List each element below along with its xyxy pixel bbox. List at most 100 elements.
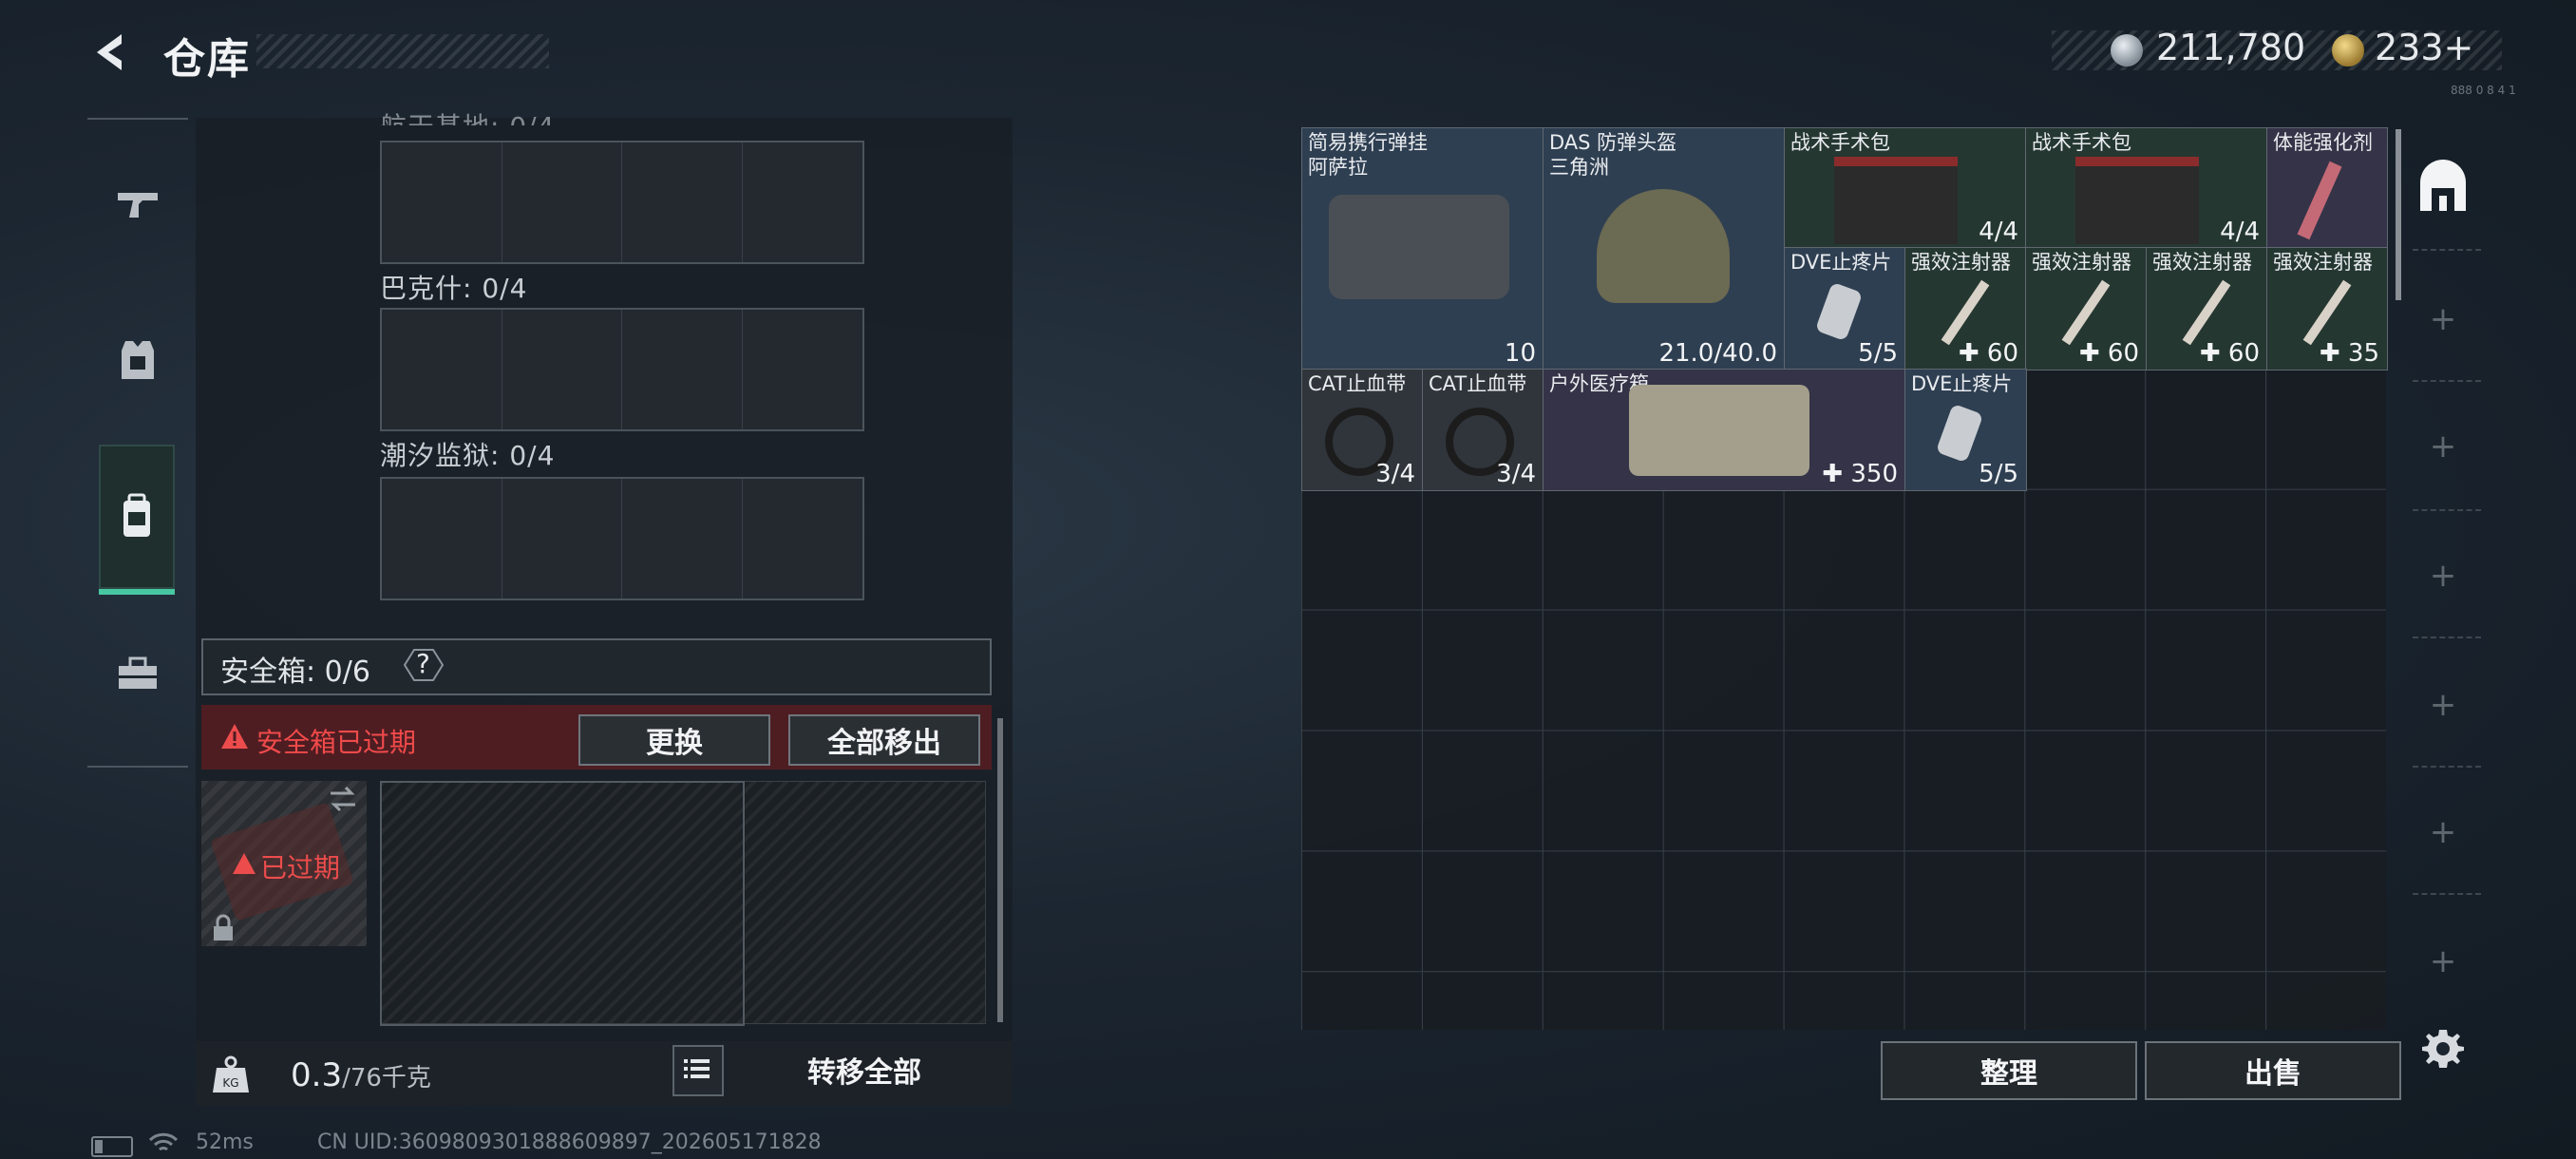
- armor-tab[interactable]: [101, 323, 175, 397]
- item-image: [2302, 279, 2352, 346]
- tab-divider: [2413, 636, 2481, 638]
- sell-button[interactable]: 出售: [2145, 1041, 2401, 1100]
- stash-item[interactable]: 战术手术包 4/4: [1784, 127, 2027, 249]
- help-label: ?: [416, 648, 430, 679]
- category-label: 巴克什: 0/4: [380, 273, 528, 304]
- item-name: DVE止疼片: [1790, 251, 1892, 274]
- item-name: CAT止血带: [1429, 372, 1527, 395]
- item-name: 强效注射器: [2273, 251, 2373, 274]
- gold-balance[interactable]: 233+: [2375, 27, 2473, 68]
- item-image: [1597, 189, 1730, 303]
- add-tab-button[interactable]: +: [2418, 294, 2468, 344]
- expired-label: 已过期: [260, 852, 341, 884]
- item-name: 强效注射器: [1911, 251, 2011, 274]
- svg-text:KG: KG: [222, 1076, 238, 1090]
- warning-text: 安全箱已过期: [256, 727, 417, 758]
- list-icon: [684, 1059, 710, 1078]
- weapon-tab[interactable]: [101, 167, 175, 241]
- gold-coin-icon: [2332, 34, 2364, 66]
- stash-item[interactable]: 强效注射器 ✚ 35: [2266, 247, 2388, 370]
- weight-value: 0.3/76千克: [291, 1056, 431, 1094]
- item-name: 体能强化剂: [2273, 131, 2373, 154]
- stash-item[interactable]: 强效注射器 ✚ 60: [1904, 247, 2027, 370]
- stash-item[interactable]: 户外医疗箱 ✚ 350: [1543, 369, 1906, 491]
- replace-button[interactable]: 更换: [578, 714, 770, 766]
- stash-item[interactable]: CAT止血带 3/4: [1301, 369, 1424, 491]
- item-qty: 4/4: [2220, 218, 2260, 246]
- stash-item[interactable]: DVE止疼片 5/5: [1904, 369, 2027, 491]
- item-qty: ✚ 60: [2078, 339, 2139, 368]
- item-name: 简易携行弹挂 阿萨拉: [1308, 131, 1428, 179]
- weight-icon: KG: [213, 1055, 249, 1092]
- tab-divider: [2413, 766, 2481, 768]
- organize-button[interactable]: 整理: [1881, 1041, 2137, 1100]
- slot-grid-3[interactable]: [380, 477, 864, 600]
- expired-warning-icon: [233, 853, 256, 874]
- stash-item[interactable]: 简易携行弹挂 阿萨拉 10: [1301, 127, 1544, 370]
- backpack-icon: [123, 493, 150, 537]
- stash-item[interactable]: 强效注射器 ✚ 60: [2146, 247, 2268, 370]
- armor-icon: [122, 341, 154, 379]
- move-all-button[interactable]: 全部移出: [788, 714, 980, 766]
- back-arrow-icon[interactable]: [87, 28, 135, 76]
- add-tab-button[interactable]: +: [2418, 937, 2468, 986]
- item-image: [2061, 279, 2111, 346]
- item-qty: ✚ 350: [1822, 460, 1898, 488]
- title-stripe: [256, 34, 549, 68]
- stash-item[interactable]: 强效注射器 ✚ 60: [2025, 247, 2148, 370]
- item-image: [1814, 281, 1864, 342]
- item-qty: 21.0/40.0: [1658, 339, 1777, 368]
- page-title: 仓库: [163, 35, 251, 84]
- slot-grid-1[interactable]: [380, 141, 864, 264]
- item-qty-value: 60: [2227, 339, 2260, 368]
- briefcase-icon: [119, 656, 157, 689]
- category-label-cut: 航天基地: 0/4: [380, 106, 555, 125]
- weight-current: 0.3: [291, 1056, 343, 1094]
- stash-item[interactable]: 体能强化剂: [2266, 127, 2388, 249]
- wifi-icon: [148, 1132, 179, 1151]
- uid-text: CN UID:3609809301888609897_202605171828: [317, 1130, 822, 1154]
- add-tab-button[interactable]: +: [2418, 551, 2468, 600]
- settings-gear-icon[interactable]: [2420, 1026, 2466, 1072]
- item-image: [1629, 385, 1809, 476]
- pistol-icon: [118, 193, 158, 218]
- item-name: 强效注射器: [2032, 251, 2131, 274]
- list-view-button[interactable]: [672, 1045, 724, 1096]
- stash-tab-icon[interactable]: [2415, 160, 2472, 217]
- safe-box-label: 安全箱: 0/6: [220, 656, 370, 689]
- item-name: DAS 防弹头盔 三角洲: [1549, 131, 1677, 179]
- toolbox-tab[interactable]: [101, 636, 175, 711]
- item-image: [1329, 195, 1509, 299]
- coin-balance: 211,780: [2156, 27, 2306, 68]
- ping-text: 52ms: [196, 1130, 254, 1154]
- transfer-all-button[interactable]: 转移全部: [733, 1043, 995, 1096]
- stash-item[interactable]: 战术手术包 4/4: [2025, 127, 2268, 249]
- item-image: [2297, 161, 2342, 240]
- item-image: [2075, 157, 2199, 244]
- tab-divider: [2413, 509, 2481, 511]
- add-tab-button[interactable]: +: [2418, 808, 2468, 857]
- stash-item[interactable]: CAT止血带 3/4: [1422, 369, 1544, 491]
- item-qty: ✚ 60: [2199, 339, 2260, 368]
- item-name: 战术手术包: [1790, 131, 1890, 154]
- swap-icon[interactable]: [327, 785, 359, 813]
- stash-item[interactable]: DAS 防弹头盔 三角洲 21.0/40.0: [1543, 127, 1786, 370]
- item-qty: 3/4: [1496, 460, 1536, 488]
- item-qty: ✚ 35: [2319, 339, 2379, 368]
- add-tab-button[interactable]: +: [2418, 680, 2468, 730]
- help-icon[interactable]: ?: [403, 646, 445, 684]
- item-qty-value: 350: [1850, 460, 1898, 488]
- small-tag: 888 0 8 4 1: [2451, 84, 2516, 97]
- tab-divider: [2413, 380, 2481, 382]
- backpack-tab[interactable]: [99, 445, 175, 595]
- add-tab-button[interactable]: +: [2418, 422, 2468, 471]
- item-name: DVE止疼片: [1911, 372, 2013, 395]
- item-qty: 5/5: [1858, 339, 1898, 368]
- stash-scrollbar[interactable]: [2396, 129, 2401, 300]
- tab-divider: [2413, 893, 2481, 895]
- item-qty: 5/5: [1979, 460, 2018, 488]
- safe-case-slot[interactable]: [380, 781, 745, 1026]
- slot-grid-2[interactable]: [380, 308, 864, 431]
- stash-item[interactable]: DVE止疼片 5/5: [1784, 247, 1906, 370]
- left-scrollbar[interactable]: [997, 718, 1003, 1022]
